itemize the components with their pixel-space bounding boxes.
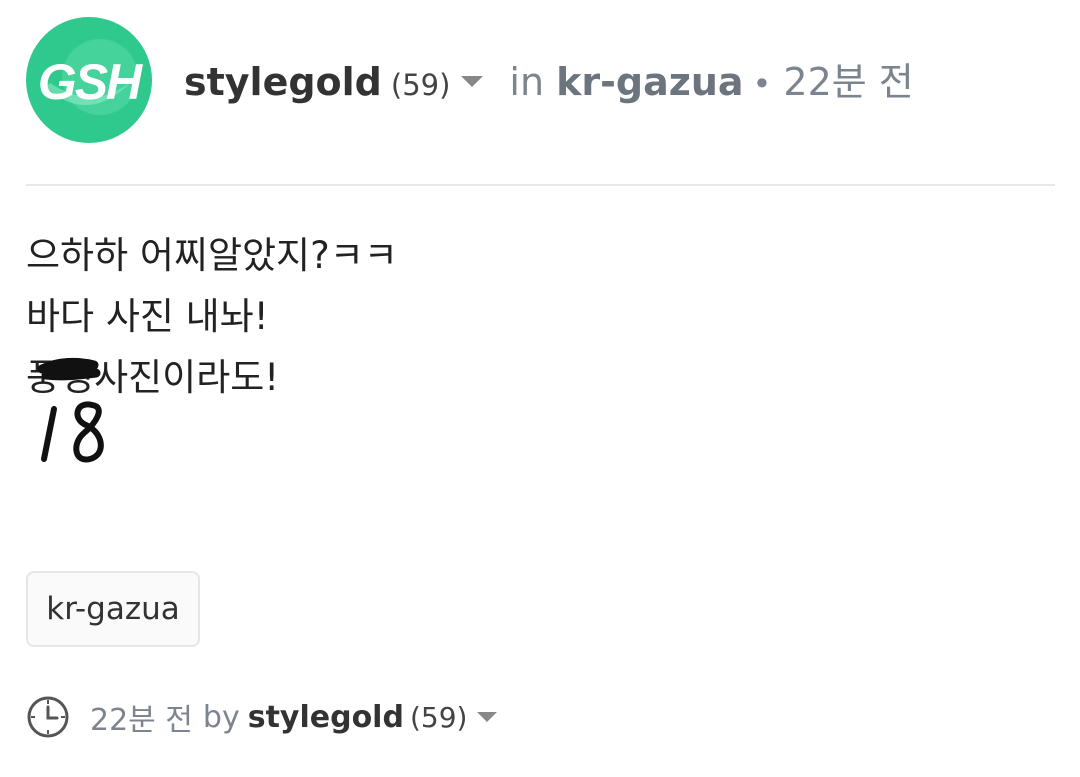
footer-author-reputation: (59) [409, 700, 468, 734]
post-header: GSH stylegold (59) in kr-gazua • 22분 전 [26, 17, 914, 143]
post-body-line: 으하하 어찌알았지?ㅋㅋ [26, 234, 398, 277]
author-avatar[interactable]: GSH [26, 17, 152, 143]
post-time: 22분 전 [783, 59, 914, 104]
post-body-line: 바다 사진 내놔! [26, 295, 269, 338]
post-footer: 22분 전 by stylegold (59) [26, 694, 498, 740]
footer-time: 22분 전 [90, 703, 193, 738]
footer-by-label: by [202, 699, 240, 735]
author-menu-chevron-down-icon[interactable] [461, 75, 484, 87]
tag-chip[interactable]: kr-gazua [26, 571, 200, 647]
clock-icon [27, 696, 69, 738]
post-meta: stylegold (59) in kr-gazua • 22분 전 [184, 51, 914, 106]
avatar-logo-text: GSH [38, 54, 143, 110]
handwritten-annotation [37, 357, 104, 463]
meta-separator: • [752, 64, 772, 103]
header-divider [26, 184, 1055, 186]
in-label: in [509, 59, 545, 104]
community-link[interactable]: kr-gazua [556, 60, 743, 104]
author-reputation: (59) [390, 67, 451, 102]
author-link[interactable]: stylegold [184, 60, 382, 104]
footer-author-link[interactable]: stylegold [248, 700, 404, 735]
post-body: 으하하 어찌알았지?ㅋㅋ 바다 사진 내놔! 풍경사진이라도! [26, 225, 398, 463]
footer-author-chevron-down-icon[interactable] [477, 712, 498, 722]
